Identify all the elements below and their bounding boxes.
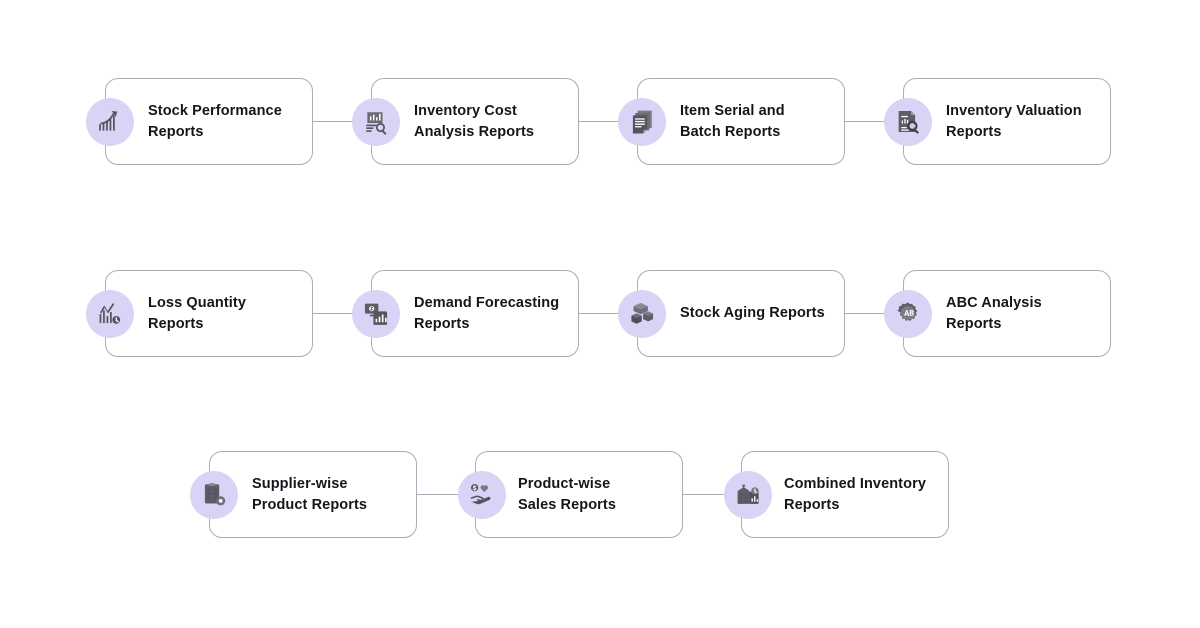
stacked-documents-icon xyxy=(618,98,666,146)
node-label: ABC Analysis Reports xyxy=(946,294,1042,332)
node-item-serial-and-batch[interactable]: Item Serial and Batch Reports xyxy=(637,78,845,165)
document-magnifier-icon xyxy=(884,98,932,146)
node-product-wise-sales-reports[interactable]: Product-wise Sales Reports xyxy=(475,451,683,538)
node-stock-performance-reports[interactable]: Stock Performance Reports xyxy=(105,78,313,165)
node-inventory-valuation-reports[interactable]: Inventory Valuation Reports xyxy=(903,78,1111,165)
node-label: Inventory Valuation Reports xyxy=(946,102,1082,140)
diagram-canvas: Stock Performance Reports Inventory Cost… xyxy=(0,0,1200,628)
node-loss-quantity-reports[interactable]: Loss Quantity Reports xyxy=(105,270,313,357)
node-label: Stock Aging Reports xyxy=(680,305,825,322)
clipboard-grid-icon xyxy=(190,471,238,519)
node-abc-analysis-reports[interactable]: ABC Analysis Reports xyxy=(903,270,1111,357)
growth-chart-arrow-icon xyxy=(86,98,134,146)
node-label: Stock Performance Reports xyxy=(148,102,282,140)
node-inventory-cost-analysis[interactable]: Inventory Cost Analysis Reports xyxy=(371,78,579,165)
bar-chart-magnifier-icon xyxy=(352,98,400,146)
node-stock-aging-reports[interactable]: Stock Aging Reports xyxy=(637,270,845,357)
node-demand-forecasting-reports[interactable]: Demand Forecasting Reports xyxy=(371,270,579,357)
boxes-stack-icon xyxy=(618,290,666,338)
warehouse-chart-icon xyxy=(724,471,772,519)
abc-gear-icon xyxy=(884,290,932,338)
node-combined-inventory-reports[interactable]: Combined Inventory Reports xyxy=(741,451,949,538)
node-label: Demand Forecasting Reports xyxy=(414,294,560,332)
node-supplier-wise-product-reports[interactable]: Supplier-wise Product Reports xyxy=(209,451,417,538)
hand-coin-icon xyxy=(458,471,506,519)
bar-chart-decline-icon xyxy=(86,290,134,338)
monitor-chart-icon xyxy=(352,290,400,338)
